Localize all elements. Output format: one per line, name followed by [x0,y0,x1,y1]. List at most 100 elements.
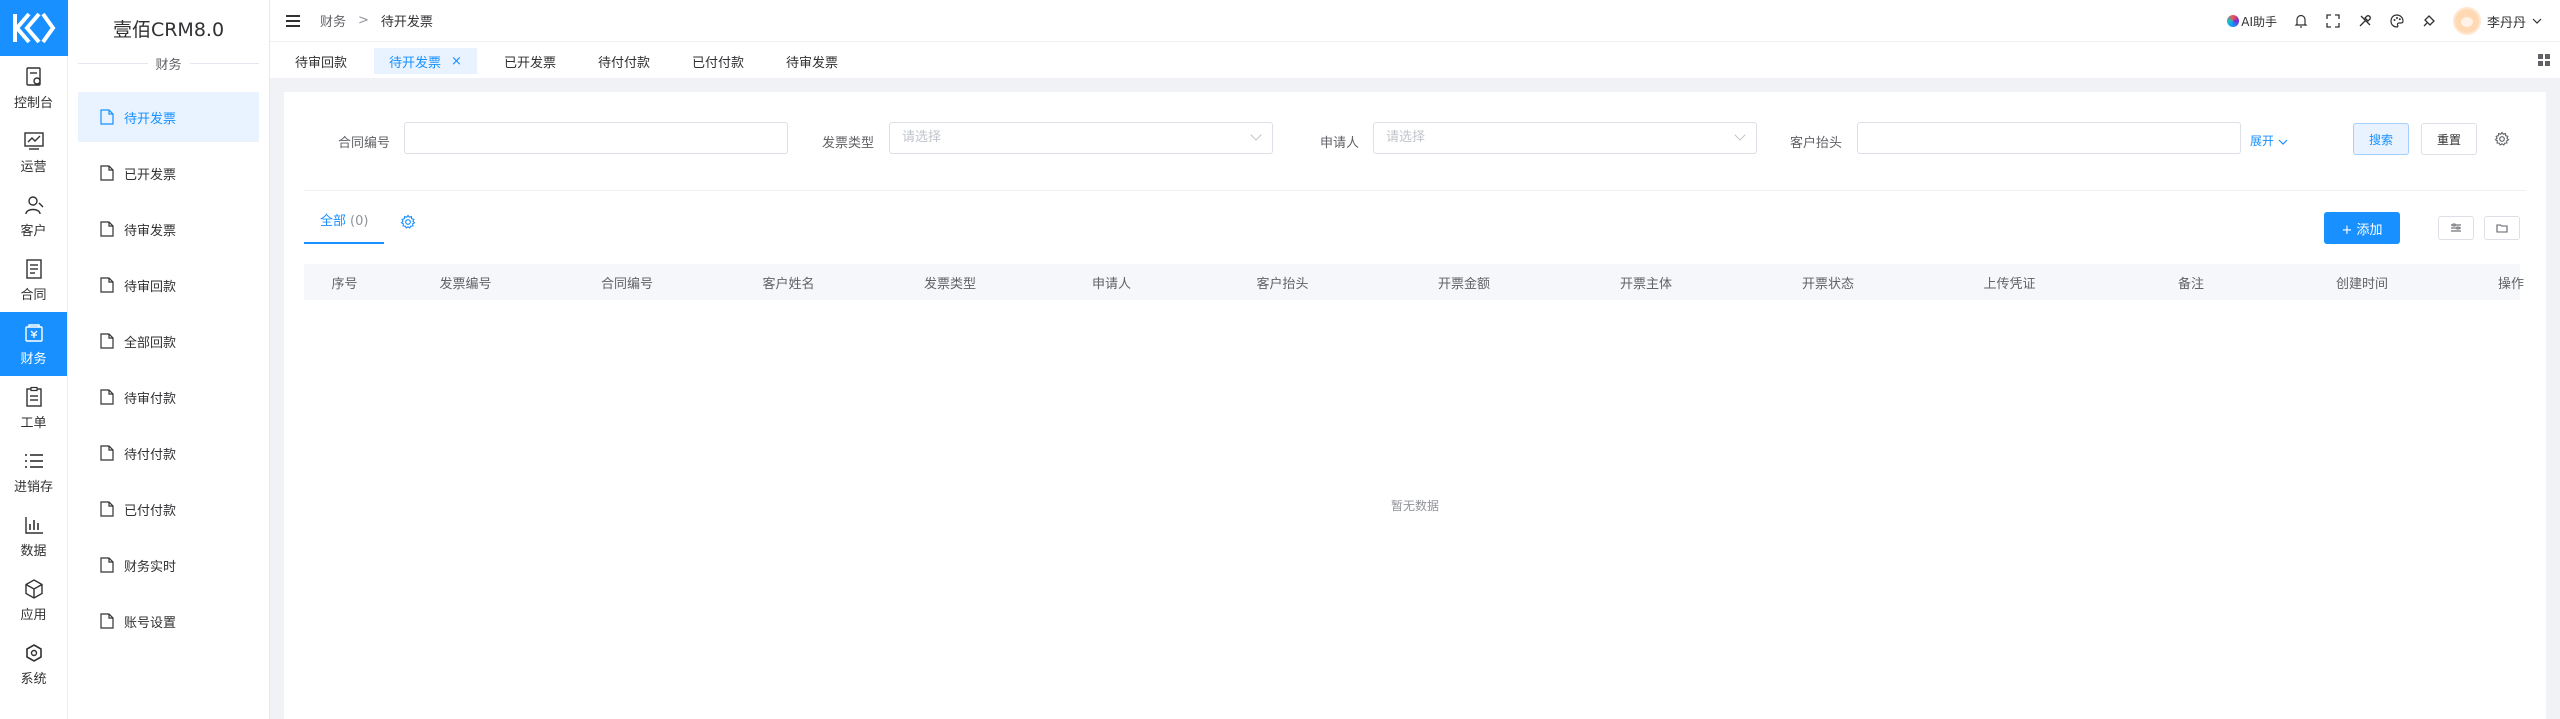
menu-item-review-payment[interactable]: 待审回款 [78,260,259,310]
tab-label: 待付付款 [597,55,650,71]
operations-icon [23,131,44,150]
customer-title-input[interactable] [1857,122,2241,154]
tab-pending-invoice[interactable]: 待开发票 × [374,48,477,74]
column-header: 开票状态 [1801,276,1854,292]
contract-no-input[interactable] [404,122,788,154]
tab-paid[interactable]: 已付付款 [677,48,759,74]
ai-logo-icon [2227,15,2240,27]
app-title: 壹佰CRM8.0 [112,18,225,41]
rail-label: 财务 [20,351,47,367]
top-header: 财务 > 待开发票 AI助手 李丹丹 [270,0,2560,42]
tabs-menu-grid-icon[interactable] [2538,54,2550,66]
tab-to-pay[interactable]: 待付付款 [583,48,665,74]
rail-label: 合同 [20,287,47,303]
document-icon [100,333,114,349]
expand-filters-link[interactable]: 展开 [2250,132,2288,149]
gear-icon[interactable] [2494,131,2510,147]
document-icon [100,165,114,181]
rail-item-workorder[interactable]: 工单 [0,376,67,440]
tools-icon[interactable] [2357,13,2373,29]
export-folder-button[interactable] [2484,216,2520,240]
tab-label: 待开发票 [389,55,442,71]
data-chart-icon [24,516,43,534]
section-title: 财务 [155,57,182,73]
menu-item-issued-invoice[interactable]: 已开发票 [78,148,259,198]
breadcrumb-current: 待开发票 [380,15,433,30]
reset-button[interactable]: 重置 [2421,123,2477,155]
menu-item-paid[interactable]: 已付付款 [78,484,259,534]
column-header: 上传凭证 [1983,276,2036,292]
theme-palette-icon[interactable] [2389,13,2405,29]
invoice-type-placeholder: 请选择 [902,130,942,145]
subtab-all[interactable]: 全部 (0) [304,212,385,244]
applicant-label: 申请人 [1320,136,1360,151]
rail-item-dashboard[interactable]: 控制台 [0,56,67,120]
rail-item-finance[interactable]: 财务 [0,312,67,376]
divider [189,62,260,64]
applicant-select[interactable]: 请选择 [1373,122,1757,154]
menu-item-label: 待审发票 [124,223,177,239]
document-icon [100,613,114,629]
invoice-type-select[interactable]: 请选择 [889,122,1273,154]
contract-no-label: 合同编号 [338,136,391,151]
column-header: 创建时间 [2335,276,2388,292]
menu-item-pending-invoice[interactable]: 待开发票 [78,92,259,142]
menu-item-review-invoice[interactable]: 待审发票 [78,204,259,254]
document-icon [100,221,114,237]
rail-label: 运营 [20,159,47,175]
menu-item-account-settings[interactable]: 账号设置 [78,596,259,646]
bell-icon[interactable] [2293,13,2309,29]
ai-assistant-button[interactable]: AI助手 [2227,13,2277,30]
divider [78,62,148,64]
rail-item-inventory[interactable]: 进销存 [0,440,67,504]
main-content: 合同编号 发票类型 请选择 申请人 请选择 客户抬头 展开 搜索 重置 全部 (0… [284,92,2546,719]
tab-pending-payment-review[interactable]: 待审回款 [280,48,362,74]
menu-item-label: 待付付款 [124,447,177,463]
logo-mark-icon [13,12,56,44]
rail-item-customer[interactable]: 客户 [0,184,67,248]
inventory-icon [24,453,43,468]
rail-label: 应用 [20,607,47,623]
chevron-down-icon [2532,18,2542,24]
menu-item-all-payments[interactable]: 全部回款 [78,316,259,366]
tab-review-invoice[interactable]: 待审发票 [771,48,853,74]
app-logo[interactable] [0,0,68,56]
search-button[interactable]: 搜索 [2353,123,2409,155]
rail-item-data[interactable]: 数据 [0,504,67,568]
invoice-type-label: 发票类型 [822,136,875,151]
subtab-all-count: (0) [350,214,369,229]
gear-icon[interactable] [400,214,416,230]
breadcrumb-parent[interactable]: 财务 [320,11,346,30]
menu-item-review-pay[interactable]: 待审付款 [78,372,259,422]
menu-item-label: 待审回款 [124,279,177,295]
chevron-down-icon [2278,139,2288,145]
rail-item-apps[interactable]: 应用 [0,568,67,632]
filter-settings-button[interactable] [2438,216,2474,240]
rail-label: 工单 [20,415,47,431]
document-icon [100,109,114,125]
column-header: 备注 [2177,276,2204,292]
skin-brush-icon[interactable] [2421,13,2437,29]
menu-item-to-pay[interactable]: 待付付款 [78,428,259,478]
column-header: 客户抬头 [1256,276,1309,292]
document-icon [100,445,114,461]
menu-item-label: 账号设置 [124,615,177,631]
menu-item-finance-realtime[interactable]: 财务实时 [78,540,259,590]
user-name: 李丹丹 [2486,15,2526,31]
divider [304,190,2526,191]
empty-state-text: 暂无数据 [1390,499,1439,513]
rail-item-operations[interactable]: 运营 [0,120,67,184]
rail-item-contract[interactable]: 合同 [0,248,67,312]
rail-label: 进销存 [13,479,53,495]
tab-issued-invoice[interactable]: 已开发票 [489,48,571,74]
menu-item-label: 全部回款 [124,335,177,351]
dashboard-icon [25,66,41,86]
column-header: 发票类型 [923,276,976,292]
user-menu[interactable]: 李丹丹 [2452,7,2542,35]
menu-toggle-icon[interactable] [286,14,300,27]
fullscreen-icon[interactable] [2325,13,2341,29]
add-button[interactable]: + 添加 [2324,212,2400,244]
rail-item-system[interactable]: 系统 [0,632,67,696]
finance-submenu: 壹佰CRM8.0 财务 待开发票 已开发票 待审发票 待审回款 全部回款 待审付… [68,0,270,719]
close-icon[interactable]: × [451,54,462,69]
